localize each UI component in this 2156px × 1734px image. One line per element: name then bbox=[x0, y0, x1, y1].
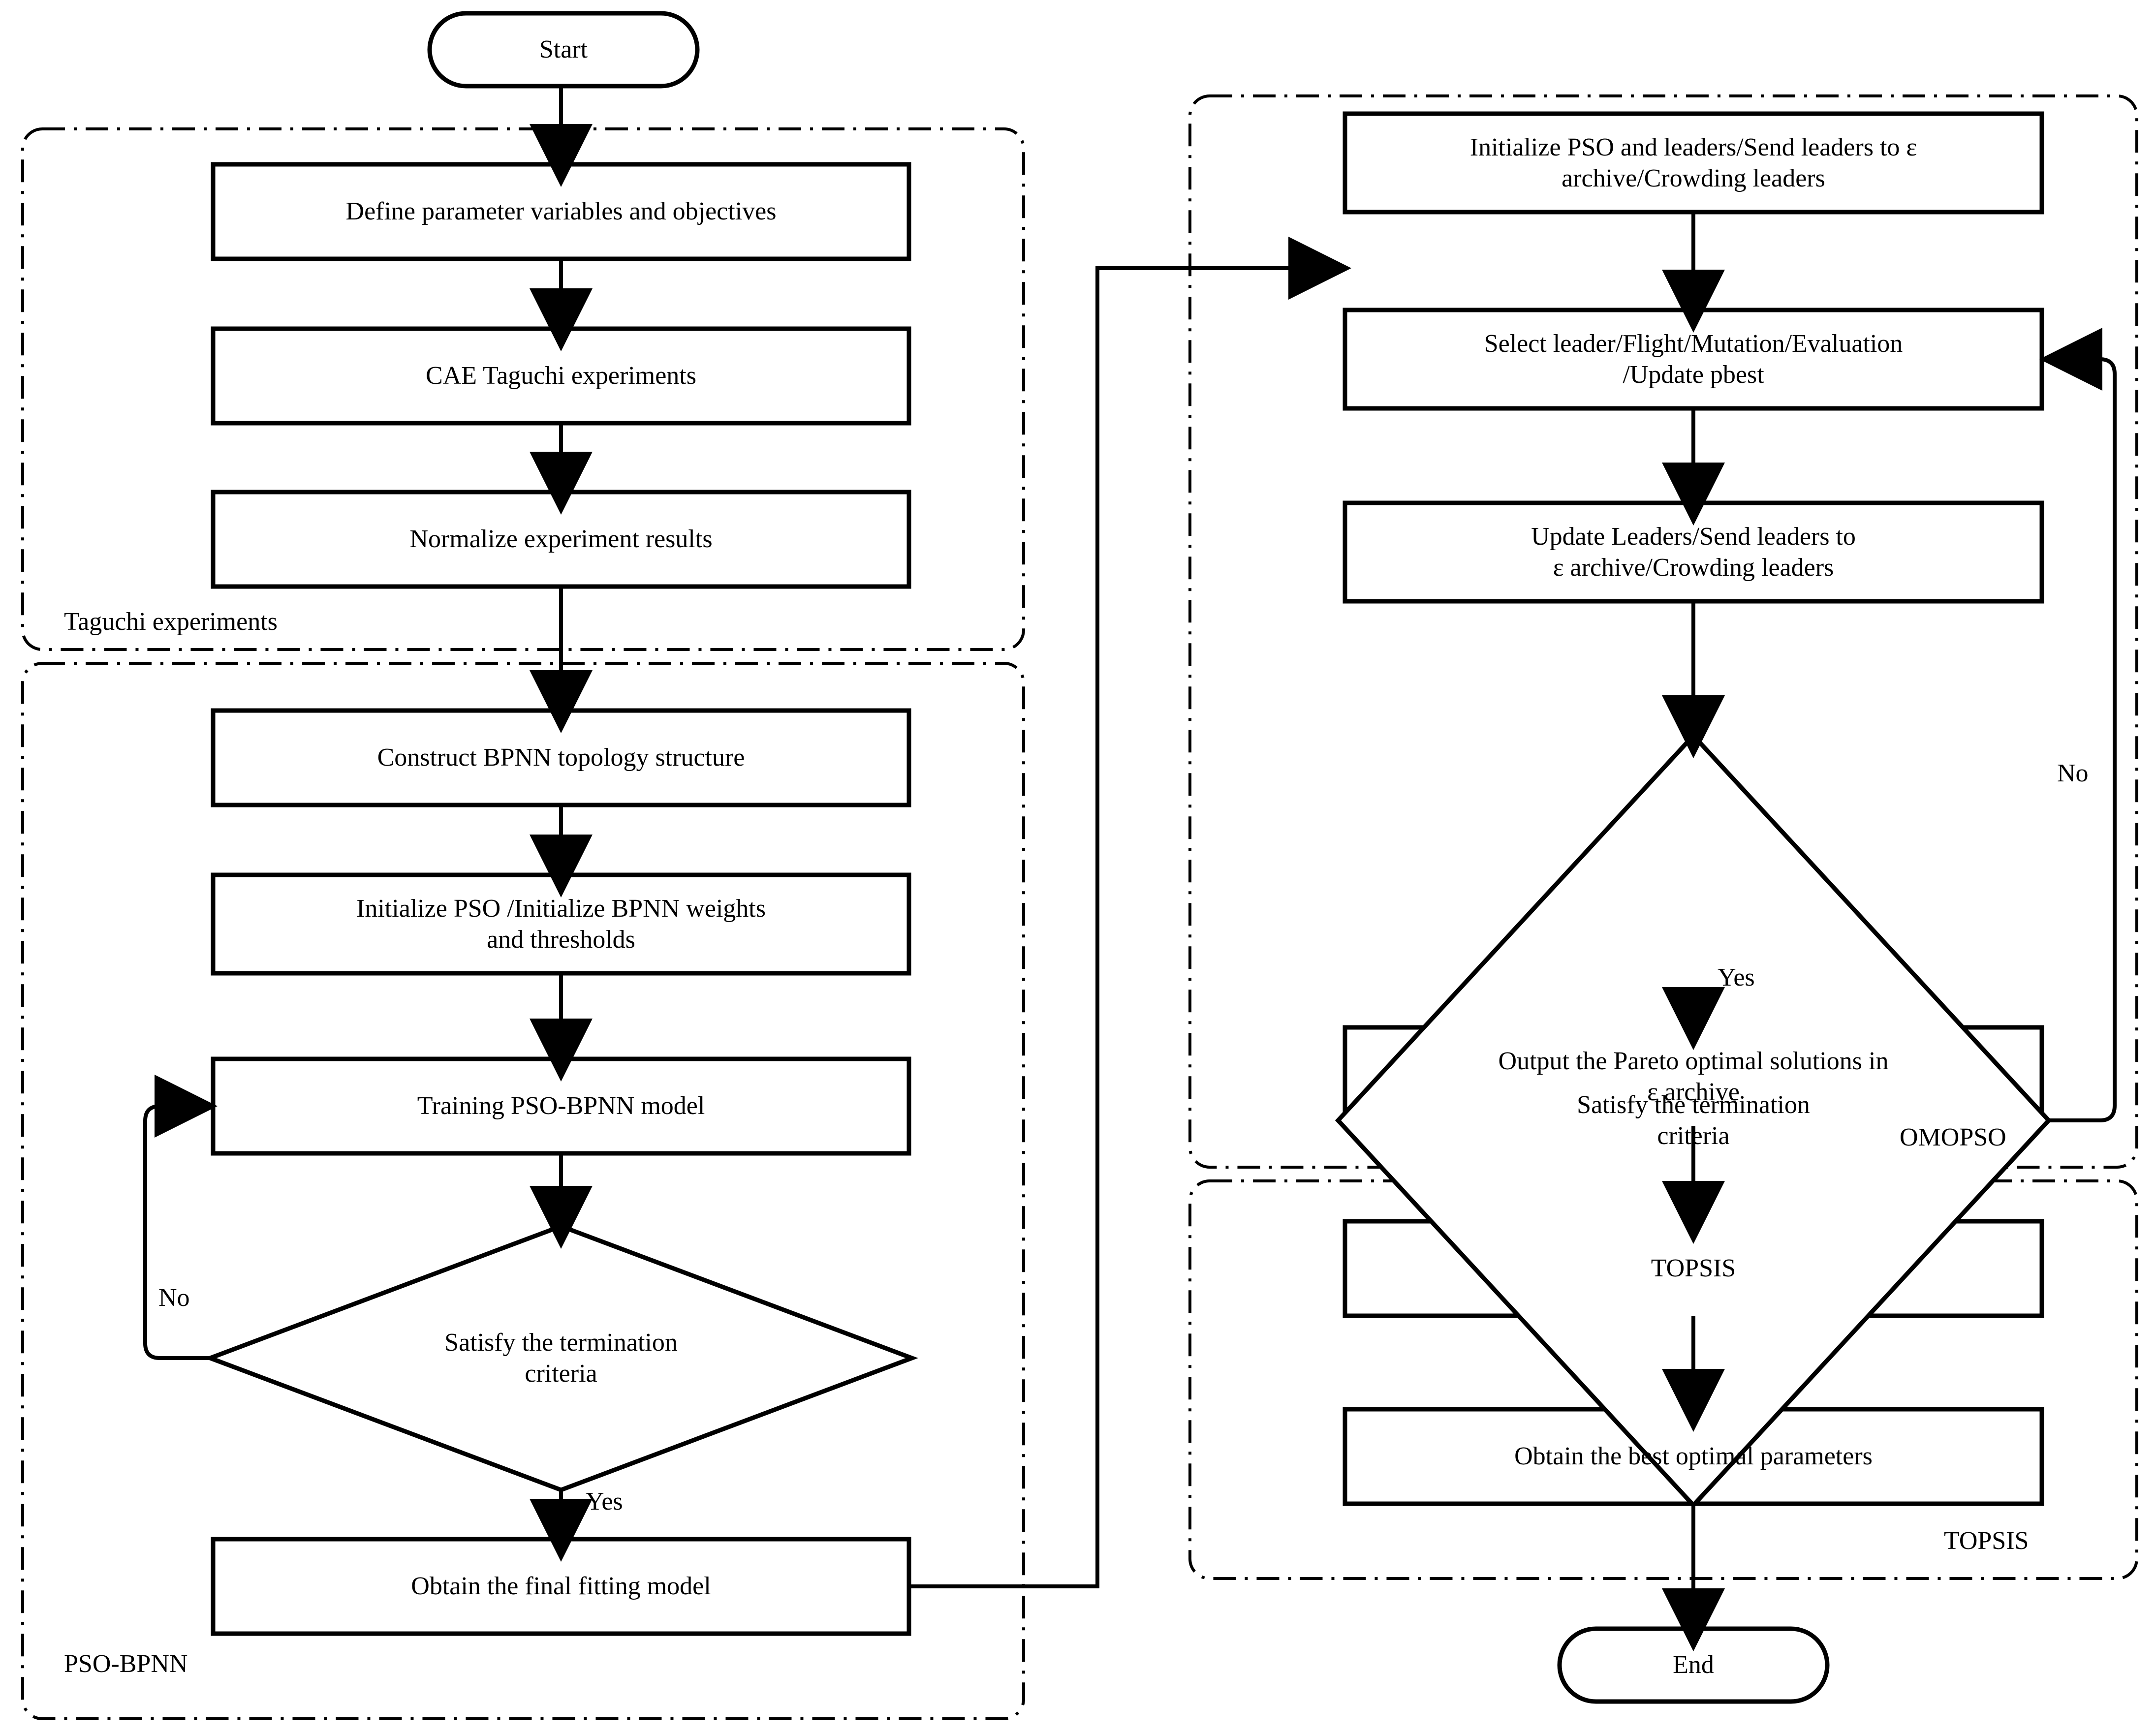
flowchart-canvas: Define parameter variables and objective… bbox=[0, 0, 2156, 1734]
flowchart-vector-layer-2 bbox=[1662, 987, 1725, 1651]
